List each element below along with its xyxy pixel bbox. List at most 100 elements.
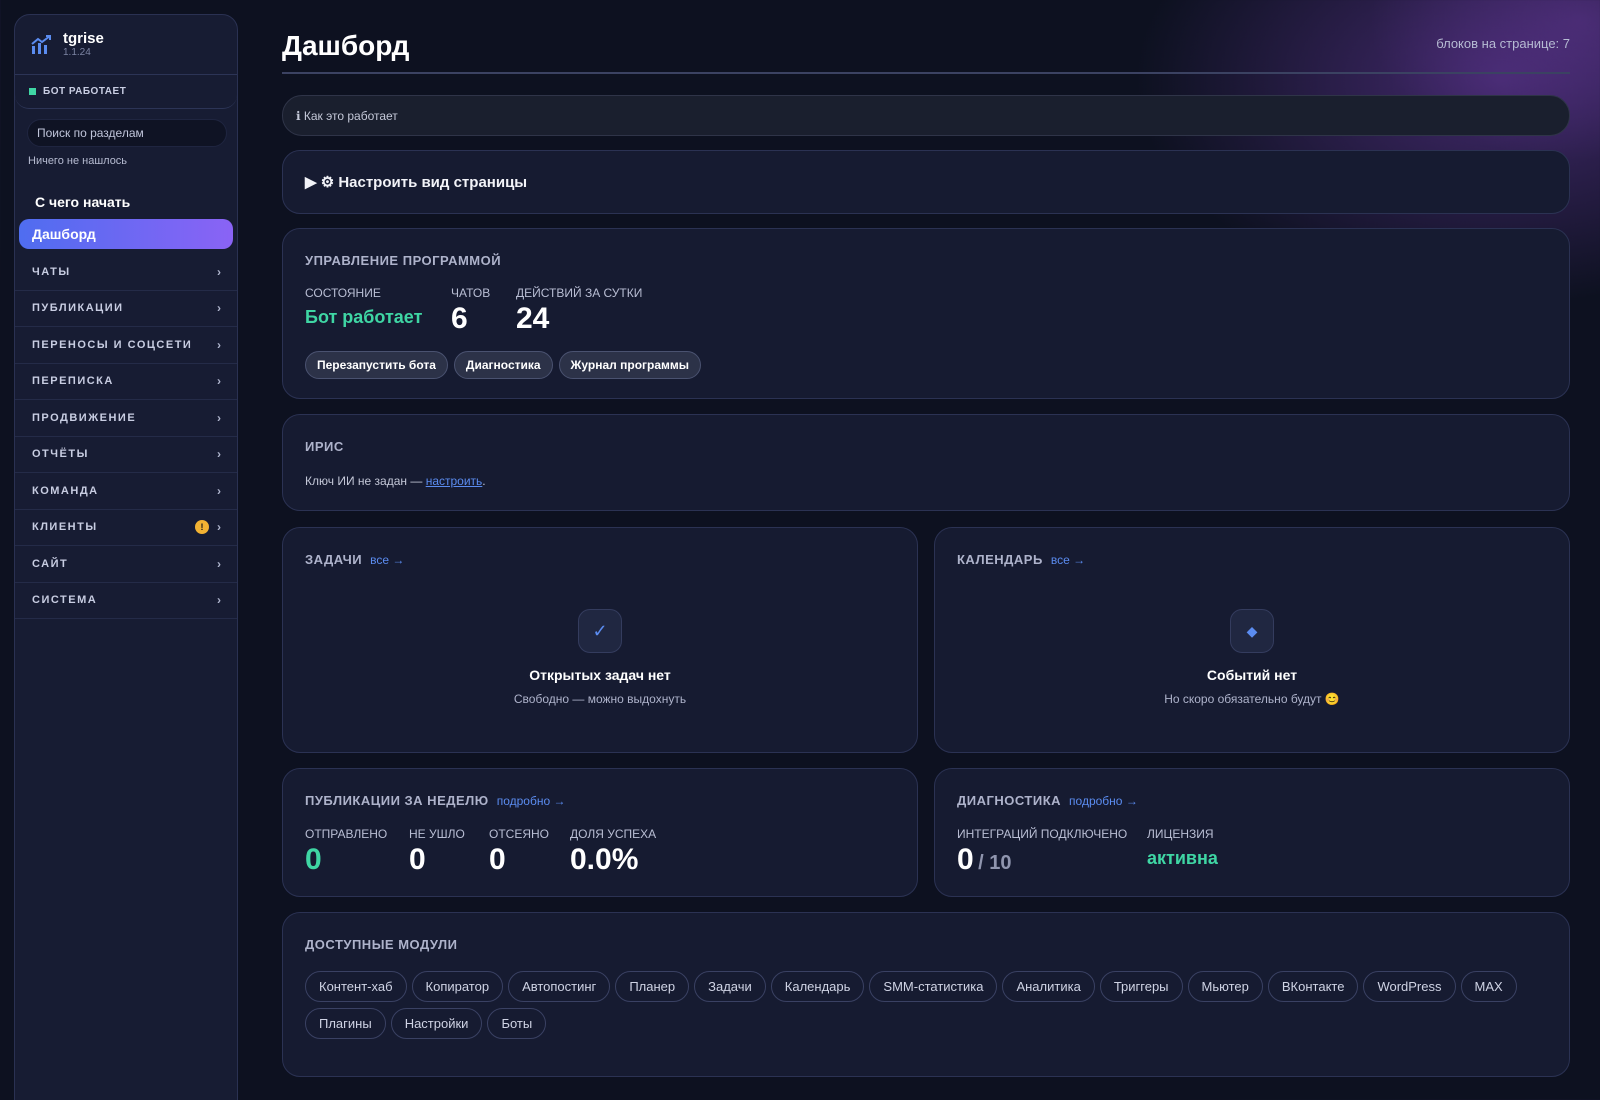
sidebar-item-getting-started[interactable]: С чего начать (35, 194, 237, 210)
tasks-empty-subtitle: Свободно — можно выдохнуть (513, 692, 687, 706)
sidebar-item-label: ПРОДВИЖЕНИЕ (32, 411, 137, 424)
iris-text: Ключ ИИ не задан — (305, 474, 426, 488)
chevron-right-icon: › (217, 520, 221, 535)
diagnostics-details-link[interactable]: подробно → (1069, 794, 1138, 808)
app-name: tgrise (63, 29, 104, 47)
sidebar-item-3[interactable]: ПЕРЕНОСЫ И СОЦСЕТИ › (15, 327, 237, 364)
publications-header: ПУБЛИКАЦИИ ЗА НЕДЕЛЮ подробно → (305, 793, 565, 808)
how-it-works-toggle[interactable]: ℹ Как это работает (282, 95, 1570, 136)
module-chip[interactable]: Планер (615, 971, 690, 1002)
success-rate-label: ДОЛЯ УСПЕХА (570, 827, 657, 841)
search-empty-text: Ничего не нашлось (28, 155, 128, 167)
filtered-value: 0 (489, 843, 506, 876)
customize-page-toggle[interactable]: ▶ ⚙ Настроить вид страницы (282, 150, 1570, 214)
diamond-icon: ◆ (1230, 609, 1274, 653)
bot-status-badge: БОТ РАБОТАЕТ (15, 75, 237, 109)
tasks-empty-state: ✓ Открытых задач нет Свободно — можно вы… (283, 609, 917, 706)
chats-value: 6 (451, 302, 468, 335)
chevron-right-icon: › (217, 374, 221, 389)
sidebar-item-4[interactable]: ПЕРЕПИСКА › (15, 364, 237, 400)
sent-label: ОТПРАВЛЕНО (305, 827, 388, 841)
page-title: Дашборд (282, 30, 410, 61)
sidebar-item-1[interactable]: ЧАТЫ › (15, 254, 237, 291)
chevron-right-icon: › (217, 483, 221, 498)
failed-value: 0 (409, 843, 426, 876)
module-chip[interactable]: ВКонтакте (1267, 971, 1359, 1002)
module-chip[interactable]: SMM-статистика (869, 971, 998, 1002)
module-chip[interactable]: Боты (487, 1008, 547, 1039)
module-chip[interactable]: Мьютер (1187, 971, 1263, 1002)
actions-label: ДЕЙСТВИЙ ЗА СУТКИ (516, 286, 643, 300)
integrations-value: 0 (957, 843, 974, 876)
filtered-label: ОТСЕЯНО (489, 827, 549, 841)
iris-configure-link[interactable]: настроить (426, 474, 483, 488)
license-value: активна (1147, 848, 1218, 868)
publications-title: ПУБЛИКАЦИИ ЗА НЕДЕЛЮ (305, 793, 489, 808)
calendar-all-link[interactable]: все → (1051, 553, 1085, 567)
diagnostics-title: ДИАГНОСТИКА (957, 793, 1062, 808)
sidebar-item-2[interactable]: ПУБЛИКАЦИИ › (15, 291, 237, 327)
sidebar-search-input[interactable] (27, 119, 227, 147)
chevron-right-icon: › (217, 301, 221, 316)
module-chip[interactable]: Копиратор (411, 971, 504, 1002)
sidebar-item-label: САЙТ (32, 557, 69, 570)
module-chip[interactable]: Задачи (694, 971, 766, 1002)
bot-status-label: БОТ РАБОТАЕТ (43, 86, 127, 97)
diagnostics-header: ДИАГНОСТИКА подробно → (957, 793, 1138, 808)
app-version: 1.1.24 (63, 46, 91, 58)
sidebar-item-6[interactable]: ОТЧЁТЫ › (15, 437, 237, 473)
sidebar-item-10[interactable]: СИСТЕМА › (15, 583, 237, 619)
sidebar-item-8[interactable]: КЛИЕНТЫ! › (15, 510, 237, 546)
integrations-total: / 10 (978, 852, 1012, 874)
sidebar: tgrise 1.1.24 БОТ РАБОТАЕТ Ничего не наш… (14, 14, 238, 1100)
sidebar-item-dashboard[interactable]: Дашборд (19, 219, 233, 249)
tasks-title: ЗАДАЧИ (305, 552, 363, 567)
calendar-header: КАЛЕНДАРЬ все → (957, 552, 1085, 567)
iris-tail: . (482, 474, 486, 488)
chart-up-icon (31, 34, 51, 54)
tasks-empty-title: Открытых задач нет (529, 667, 671, 683)
diagnostics-card: ДИАГНОСТИКА подробно → ИНТЕГРАЦИЙ ПОДКЛЮЧ… (934, 768, 1570, 897)
page-header: Дашборд блоков на странице: 7 (282, 28, 1570, 74)
check-icon: ✓ (578, 609, 622, 653)
module-chip[interactable]: Настройки (390, 1008, 483, 1039)
tasks-all-link[interactable]: все → (370, 553, 404, 567)
module-chip[interactable]: Календарь (770, 971, 865, 1002)
control-card: УПРАВЛЕНИЕ ПРОГРАММОЙ СОСТОЯНИЕ Бот рабо… (282, 228, 1570, 399)
calendar-title: КАЛЕНДАРЬ (957, 552, 1043, 567)
sidebar-item-label: ЧАТЫ (32, 265, 71, 278)
diagnostics-button[interactable]: Диагностика (453, 351, 553, 379)
integrations-label: ИНТЕГРАЦИЙ ПОДКЛЮЧЕНО (957, 827, 1128, 841)
brand[interactable]: tgrise 1.1.24 (15, 15, 237, 75)
sent-value: 0 (305, 843, 322, 876)
license-label: ЛИЦЕНЗИЯ (1147, 827, 1214, 841)
chevron-right-icon: › (217, 410, 221, 425)
module-chip[interactable]: WordPress (1363, 971, 1456, 1002)
alert-badge-icon: ! (195, 520, 209, 535)
chevron-right-icon: › (217, 337, 221, 352)
iris-card: ИРИС Ключ ИИ не задан — настроить. (282, 414, 1570, 511)
sidebar-item-7[interactable]: КОМАНДА › (15, 473, 237, 510)
status-dot-icon (29, 88, 36, 95)
program-log-button[interactable]: Журнал программы (558, 351, 702, 379)
restart-bot-button[interactable]: Перезапустить бота (305, 351, 448, 379)
failed-label: НЕ УШЛО (409, 827, 465, 841)
modules-title: ДОСТУПНЫЕ МОДУЛИ (305, 937, 458, 952)
module-chip[interactable]: MAX (1460, 971, 1517, 1002)
sidebar-nav: ЧАТЫ › ПУБЛИКАЦИИ › ПЕРЕНОСЫ И СОЦСЕТИ › ПЕРЕП… (15, 254, 237, 619)
module-chip[interactable]: Контент-хаб (305, 971, 407, 1002)
module-chip[interactable]: Автопостинг (508, 971, 611, 1002)
module-chip[interactable]: Аналитика (1002, 971, 1095, 1002)
publications-details-link[interactable]: подробно → (497, 794, 566, 808)
iris-message: Ключ ИИ не задан — настроить. (305, 474, 486, 488)
sidebar-item-9[interactable]: САЙТ › (15, 546, 237, 583)
state-label: СОСТОЯНИЕ (305, 286, 381, 300)
publications-card: ПУБЛИКАЦИИ ЗА НЕДЕЛЮ подробно → ОТПРАВЛЕН… (282, 768, 918, 897)
sidebar-item-label: ОТЧЁТЫ (32, 448, 89, 461)
sidebar-item-5[interactable]: ПРОДВИЖЕНИЕ › (15, 400, 237, 437)
module-chip[interactable]: Плагины (305, 1008, 386, 1039)
module-chip[interactable]: Триггеры (1099, 971, 1183, 1002)
tasks-card: ЗАДАЧИ все → ✓ Открытых задач нет Свободн… (282, 527, 918, 753)
calendar-empty-subtitle: Но скоро обязательно будут 😊 (1164, 692, 1340, 706)
chevron-right-icon: › (217, 447, 221, 462)
